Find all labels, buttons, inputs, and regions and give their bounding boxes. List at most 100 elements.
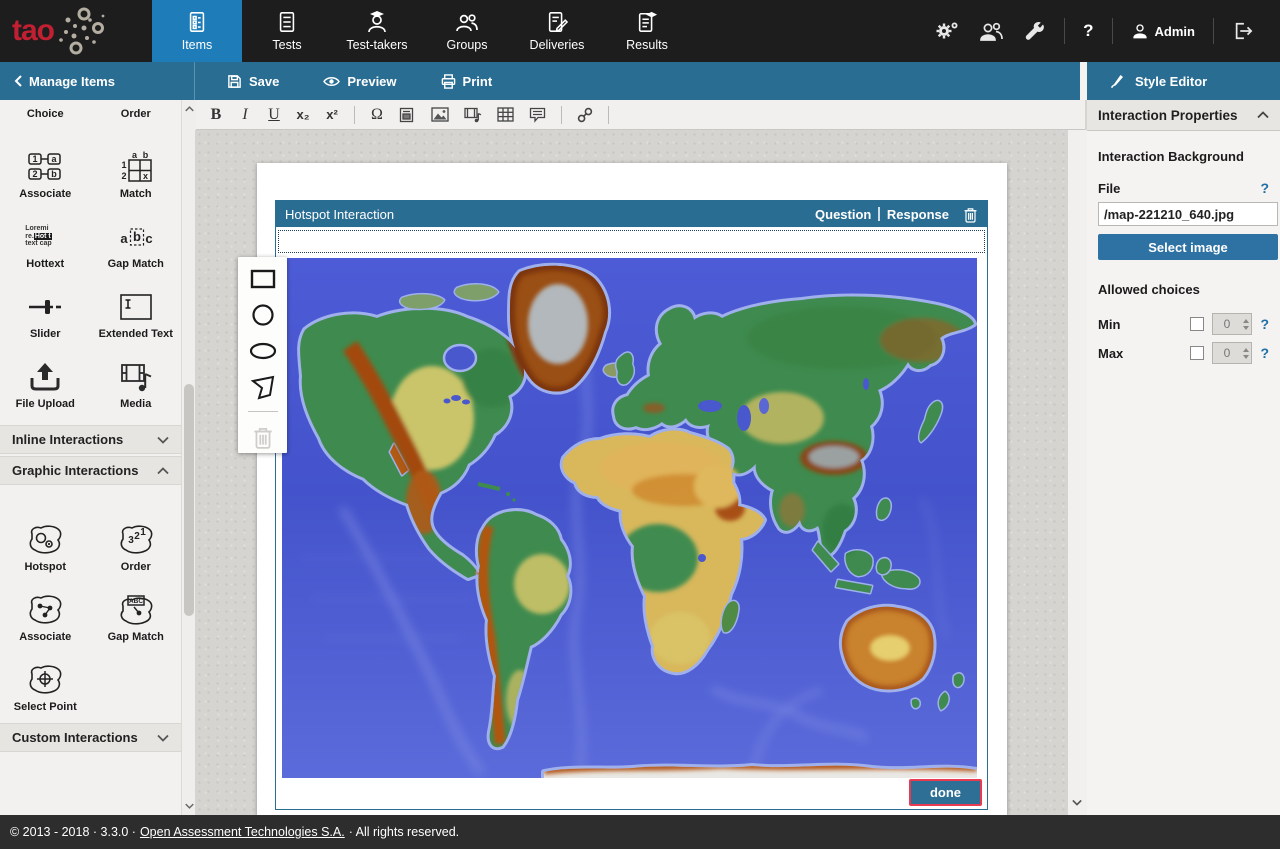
tab-results[interactable]: Results [602, 0, 692, 62]
max-value-spinner[interactable]: 0 [1212, 342, 1252, 364]
select-image-button[interactable]: Select image [1098, 234, 1278, 260]
print-label: Print [463, 74, 493, 89]
sidebar-item-select-point[interactable]: Select Point [0, 651, 91, 713]
content-scroll-strip[interactable] [1068, 130, 1087, 815]
sidebar-item-media[interactable]: Media [91, 348, 182, 410]
shared-stimulus-button[interactable] [399, 107, 416, 123]
panel-gap [1080, 62, 1087, 100]
print-button[interactable]: Print [441, 74, 493, 89]
circle-tool-button[interactable] [243, 299, 283, 332]
sidebar-item-graphic-gap-match[interactable]: ABC Gap Match [91, 581, 182, 643]
section-custom-interactions[interactable]: Custom Interactions [0, 723, 181, 752]
tab-items[interactable]: Items [152, 0, 242, 62]
tooltip-button[interactable] [529, 107, 546, 123]
chevron-up-icon [157, 467, 169, 475]
tab-separator [878, 207, 880, 221]
scroll-down-arrow[interactable] [183, 799, 195, 813]
underline-button[interactable]: U [267, 106, 281, 124]
insert-link-button[interactable] [577, 107, 593, 123]
sidebar-item-order-label[interactable]: Order [91, 108, 182, 120]
max-help-icon[interactable]: ? [1260, 345, 1269, 361]
sidebar-item-file-upload[interactable]: File Upload [0, 348, 91, 410]
question-tab[interactable]: Question [815, 207, 871, 222]
subscript-button[interactable]: x₂ [296, 107, 310, 122]
sidebar-item-graphic-order[interactable]: 321 Order [91, 511, 182, 573]
background-file-input[interactable] [1098, 202, 1278, 226]
preview-button[interactable]: Preview [323, 74, 396, 89]
insert-media-button[interactable] [464, 107, 482, 123]
sidebar-item-match[interactable]: ab12x Match [91, 138, 182, 200]
tao-logo[interactable]: tao [0, 0, 152, 62]
scroll-up-arrow[interactable] [183, 102, 195, 116]
sidebar-item-label: File Upload [16, 398, 75, 410]
interaction-properties-header[interactable]: Interaction Properties [1087, 100, 1280, 131]
sidebar-item-hotspot[interactable]: Hotspot [0, 511, 91, 573]
item-actions: Save Preview Print [195, 74, 492, 89]
rectangle-tool-button[interactable] [243, 263, 283, 296]
item-canvas: Hotspot Interaction Question Response [195, 130, 1068, 815]
sidebar-item-gap-match[interactable]: abc Gap Match [91, 208, 182, 270]
delete-shape-button-disabled[interactable] [243, 420, 283, 453]
section-inline-interactions[interactable]: Inline Interactions [0, 425, 181, 454]
footer-company-link[interactable]: Open Assessment Technologies S.A. [140, 825, 345, 839]
ellipse-tool-button[interactable] [243, 335, 283, 368]
user-management-icon[interactable] [978, 20, 1004, 42]
user-menu[interactable]: Admin [1131, 22, 1195, 40]
sidebar-item-slider[interactable]: Slider [0, 278, 91, 340]
response-tab[interactable]: Response [887, 207, 949, 222]
sidebar-item-label: Gap Match [108, 258, 164, 270]
section-graphic-interactions[interactable]: Graphic Interactions [0, 456, 181, 485]
link-icon [577, 107, 593, 123]
superscript-button[interactable]: x² [325, 107, 339, 122]
allowed-choices-label: Allowed choices [1098, 282, 1269, 297]
hotspot-image-canvas[interactable] [282, 258, 977, 778]
toolbar-divider [608, 106, 609, 124]
tab-deliveries-label: Deliveries [530, 38, 585, 52]
min-enable-checkbox[interactable] [1190, 317, 1204, 331]
bold-button[interactable]: B [209, 106, 223, 124]
interaction-library-sidebar: Choice Order 1a2b Associate ab12x Match … [0, 100, 181, 815]
insert-table-button[interactable] [497, 107, 514, 122]
max-enable-checkbox[interactable] [1190, 346, 1204, 360]
sidebar-item-label: Match [120, 188, 152, 200]
delete-interaction-icon[interactable] [963, 206, 978, 223]
scroll-down-arrow[interactable] [1071, 795, 1083, 809]
insert-image-button[interactable] [431, 107, 449, 122]
tao-item-authoring-screen: tao Items Tests [0, 0, 1280, 849]
max-spinner-arrows[interactable] [1240, 343, 1251, 363]
sidebar-item-hottext[interactable]: Loremi re.Hot t text cap Hottext [0, 208, 91, 270]
wrench-icon[interactable] [1022, 20, 1046, 42]
done-button[interactable]: done [909, 779, 982, 806]
sidebar-scrollbar[interactable] [181, 100, 196, 815]
items-icon [186, 10, 208, 34]
svg-text:ABC: ABC [129, 598, 143, 605]
sidebar-item-choice-label[interactable]: Choice [0, 108, 91, 120]
graphic-order-icon: 321 [118, 524, 154, 556]
sidebar-item-extended-text[interactable]: Extended Text [91, 278, 182, 340]
polygon-tool-button[interactable] [243, 370, 283, 403]
help-icon[interactable]: ? [1083, 21, 1093, 41]
manage-items-back-button[interactable]: Manage Items [0, 62, 195, 100]
user-name: Admin [1155, 24, 1195, 39]
svg-text:c: c [145, 231, 152, 246]
italic-button[interactable]: I [238, 106, 252, 124]
special-character-button[interactable]: Ω [370, 106, 384, 124]
prompt-editor-area[interactable] [278, 230, 985, 253]
tab-tests[interactable]: Tests [242, 0, 332, 62]
graphic-associate-icon [27, 594, 63, 626]
sidebar-item-graphic-associate[interactable]: Associate [0, 581, 91, 643]
tab-test-takers[interactable]: Test-takers [332, 0, 422, 62]
tab-deliveries[interactable]: Deliveries [512, 0, 602, 62]
settings-gears-icon[interactable] [934, 20, 960, 42]
tab-groups[interactable]: Groups [422, 0, 512, 62]
min-help-icon[interactable]: ? [1260, 316, 1269, 332]
media-interaction-icon [118, 361, 154, 393]
logout-icon[interactable] [1232, 21, 1254, 41]
sidebar-scrollbar-thumb[interactable] [184, 384, 194, 616]
sidebar-item-associate[interactable]: 1a2b Associate [0, 138, 91, 200]
file-help-icon[interactable]: ? [1260, 180, 1269, 196]
hottext-icon: Loremi re.Hot t text cap [25, 225, 65, 253]
min-value-spinner[interactable]: 0 [1212, 313, 1252, 335]
min-spinner-arrows[interactable] [1240, 314, 1251, 334]
save-button[interactable]: Save [227, 74, 279, 89]
